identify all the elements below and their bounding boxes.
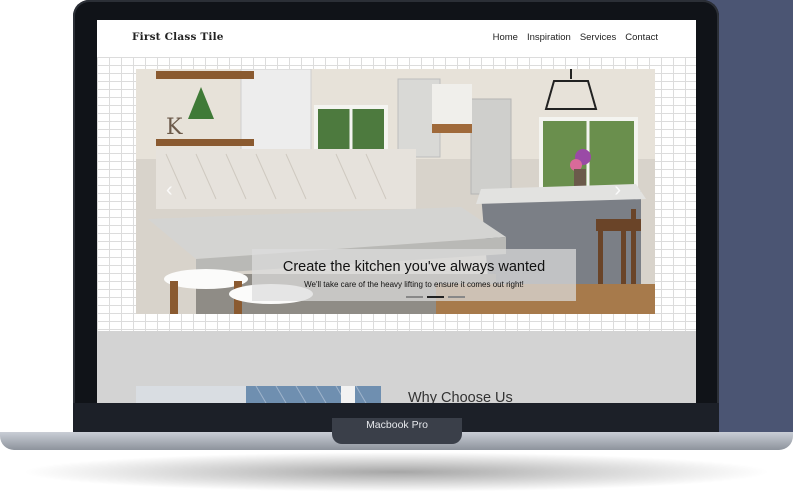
why-choose-us-section: Why Choose Us [97, 331, 696, 403]
screen: First Class Tile Home Inspiration Servic… [97, 20, 696, 403]
nav-menu: Home Inspiration Services Contact [493, 32, 658, 43]
laptop-shadow [20, 452, 773, 492]
carousel-caption: Create the kitchen you've always wanted … [252, 249, 576, 301]
indicator-3[interactable] [448, 296, 465, 298]
device-label: Macbook Pro [366, 419, 428, 431]
section-image [136, 386, 381, 403]
hero-carousel: K ‹ › Create the kitchen you've always w… [136, 69, 655, 314]
nav-inspiration[interactable]: Inspiration [527, 32, 571, 43]
chevron-right-icon[interactable]: › [614, 179, 621, 202]
caption-title: Create the kitchen you've always wanted [282, 259, 546, 275]
chevron-left-icon[interactable]: ‹ [166, 179, 173, 202]
caption-subtitle: We'll take care of the heavy lifting to … [304, 280, 524, 289]
section-heading: Why Choose Us [408, 390, 513, 403]
carousel-indicators [406, 296, 465, 298]
navbar: First Class Tile Home Inspiration Servic… [97, 20, 696, 58]
brand-logo[interactable]: First Class Tile [132, 31, 224, 43]
indicator-1[interactable] [406, 296, 423, 298]
svg-text:K: K [166, 115, 183, 140]
nav-contact[interactable]: Contact [625, 32, 658, 43]
indicator-2[interactable] [427, 296, 444, 298]
nav-services[interactable]: Services [580, 32, 616, 43]
nav-home[interactable]: Home [493, 32, 518, 43]
